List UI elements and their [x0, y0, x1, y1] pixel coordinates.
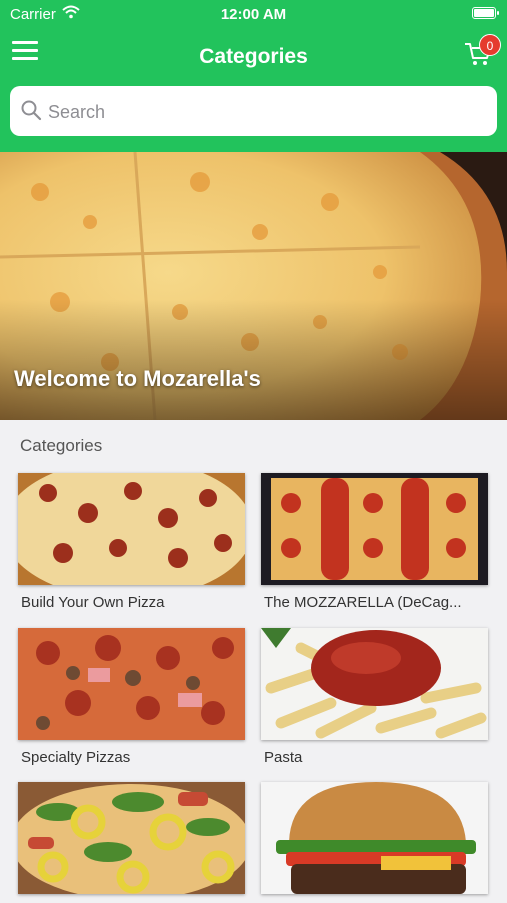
cart-button[interactable]: 0: [463, 34, 501, 70]
category-card-pasta[interactable]: Pasta: [261, 628, 488, 766]
battery-icon: [472, 7, 499, 19]
category-thumbnail: [261, 628, 488, 740]
category-card-5[interactable]: [18, 782, 245, 903]
nav-bar: Categories 0: [0, 30, 507, 152]
category-thumbnail: [18, 782, 245, 894]
cart-count-badge: 0: [479, 34, 501, 56]
status-bar: Carrier 12:00 AM: [0, 0, 507, 30]
category-card-6[interactable]: [261, 782, 488, 903]
category-label: Pasta: [264, 749, 303, 766]
category-card-build-your-own-pizza[interactable]: Build Your Own Pizza: [18, 473, 245, 611]
search-icon: [21, 100, 42, 121]
page-title: Categories: [199, 45, 308, 68]
clock: 12:00 AM: [220, 6, 287, 23]
category-thumbnail: [261, 473, 488, 585]
category-thumbnail: [18, 628, 245, 740]
category-label: Specialty Pizzas: [21, 749, 131, 766]
category-thumbnail: [261, 782, 488, 894]
category-label: Build Your Own Pizza: [21, 594, 165, 611]
category-card-the-mozzarella[interactable]: The MOZZARELLA (DeCag...: [261, 473, 488, 611]
search-bar[interactable]: [10, 86, 497, 138]
category-card-specialty-pizzas[interactable]: Specialty Pizzas: [18, 628, 245, 766]
search-input[interactable]: [46, 86, 470, 138]
category-label: The MOZZARELLA (DeCag...: [264, 594, 462, 611]
category-thumbnail: [18, 473, 245, 585]
hero-caption: Welcome to Mozarella's: [14, 366, 261, 391]
section-title: Categories: [20, 436, 103, 455]
hero-banner[interactable]: Welcome to Mozarella's: [0, 152, 507, 420]
